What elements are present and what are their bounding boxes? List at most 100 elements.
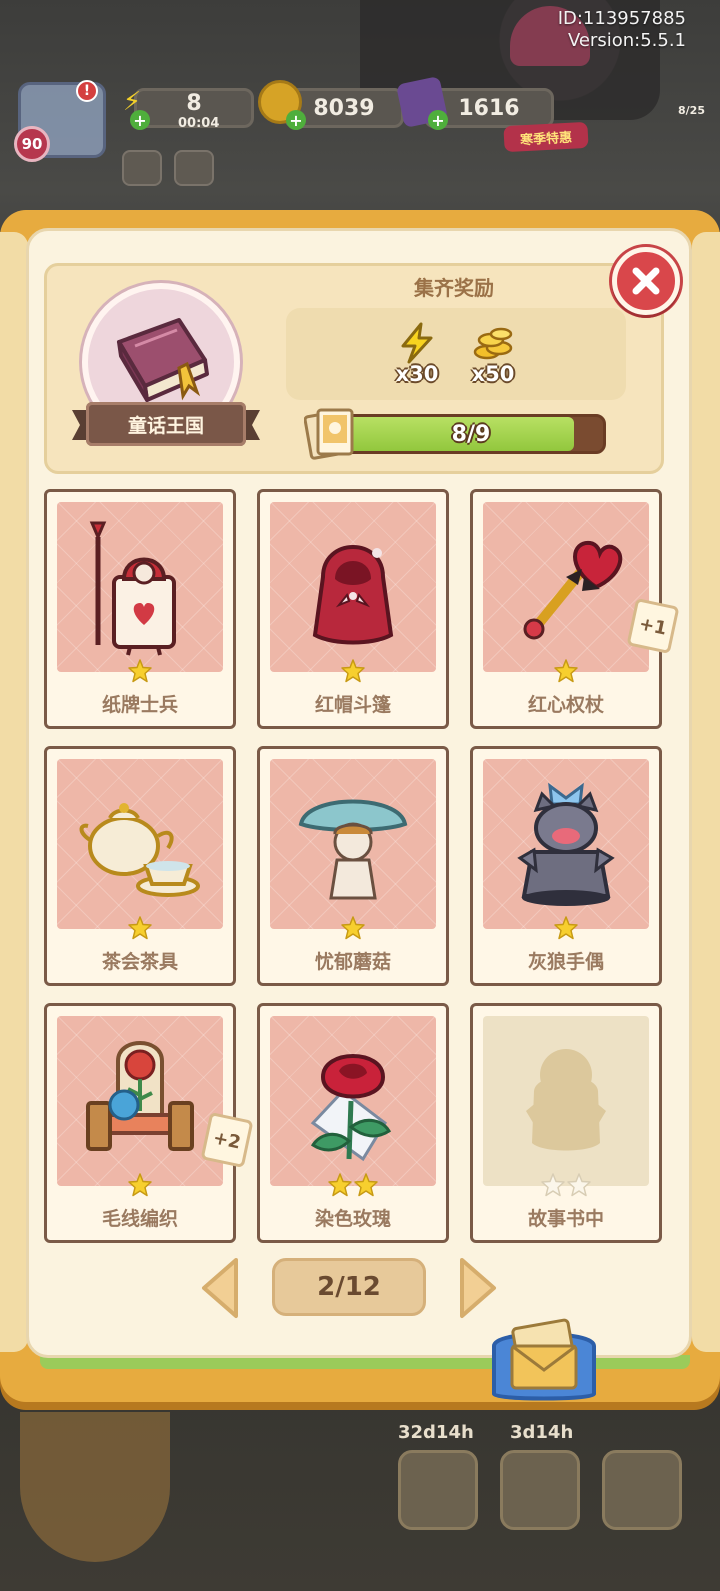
coin-plus-icon[interactable]: + xyxy=(286,110,306,130)
card-stars xyxy=(47,658,233,684)
album-title: 童话王国 xyxy=(127,414,204,437)
gem-count: 1616 xyxy=(458,95,520,121)
coin-stack-icon xyxy=(473,327,513,360)
version-label: Version:5.5.1 xyxy=(567,30,686,51)
player-level: 90 xyxy=(14,126,50,162)
card-name: 茶会茶具 xyxy=(101,951,178,973)
reward-energy-amount: x30 xyxy=(395,362,439,386)
event-timer-1: 32d14h xyxy=(398,1422,474,1443)
card-name: 灰狼手偶 xyxy=(527,951,604,973)
card-teapot-icon xyxy=(79,803,200,897)
card-locked[interactable]: 故事书中 xyxy=(470,1003,662,1243)
star-icon xyxy=(567,1173,591,1197)
sale-tag[interactable]: 寒季特惠 xyxy=(503,121,589,153)
card-chair-icon xyxy=(86,1041,194,1151)
reward-coins: x50 xyxy=(458,322,528,398)
gem-plus-icon[interactable]: + xyxy=(428,110,448,130)
card-cloak-icon xyxy=(312,545,394,645)
card-paper-soldier[interactable]: 纸牌士兵 xyxy=(44,489,236,729)
star-icon xyxy=(341,659,365,683)
event-button-character[interactable] xyxy=(602,1450,682,1530)
card-name: 故事书中 xyxy=(527,1208,604,1230)
top-hud: ! 90 8 00:04 ⚡ + 8039 + 1616 + 寒季特惠 8/25 xyxy=(14,75,714,202)
card-art xyxy=(483,502,649,672)
event-button-flower[interactable] xyxy=(398,1450,478,1530)
card-art xyxy=(270,759,436,929)
energy-count: 8 xyxy=(186,90,202,116)
card-art xyxy=(270,502,436,672)
settings-button[interactable] xyxy=(122,150,162,186)
big-energy-button[interactable] xyxy=(20,1412,170,1562)
card-name: 红帽斗篷 xyxy=(314,694,391,716)
card-stars xyxy=(260,1172,446,1198)
card-art xyxy=(483,759,649,929)
album-progress-text: 8/9 xyxy=(451,421,491,447)
card-art-locked xyxy=(483,1016,649,1186)
card-dyed-rose[interactable]: 染色玫瑰 xyxy=(257,1003,449,1243)
card-stars xyxy=(260,915,446,941)
reward-box xyxy=(286,308,626,400)
quest-progress: 8/25 xyxy=(678,104,705,117)
card-heart-scepter[interactable]: 红心权杖 +1 xyxy=(470,489,680,729)
energy-timer: 00:04 xyxy=(178,116,220,131)
reward-coins-amount: x50 xyxy=(471,362,515,386)
album-progress-bar: 8/9 xyxy=(336,414,606,454)
reward-title: 集齐奖励 xyxy=(414,276,494,300)
card-envelope-icon[interactable] xyxy=(490,1316,598,1402)
coin-count: 8039 xyxy=(313,95,375,121)
star-icon xyxy=(554,659,578,683)
star-icon xyxy=(128,659,152,683)
book-left-edge xyxy=(0,232,28,1352)
close-button[interactable] xyxy=(612,247,680,315)
star-icon xyxy=(541,1173,565,1197)
star-icon xyxy=(554,916,578,940)
star-icon xyxy=(128,916,152,940)
player-id: ID:113957885 xyxy=(557,8,686,29)
card-stars xyxy=(47,915,233,941)
card-art xyxy=(57,502,223,672)
avatar-alert-badge: ! xyxy=(76,80,98,102)
card-name: 纸牌士兵 xyxy=(101,694,178,716)
card-art xyxy=(57,1016,223,1186)
card-art xyxy=(270,1016,436,1186)
star-icon xyxy=(354,1173,378,1197)
prev-page-arrow-icon[interactable] xyxy=(198,1256,242,1320)
event-button-cards[interactable] xyxy=(500,1450,580,1530)
book-right-edge xyxy=(692,232,720,1352)
card-silhouette-icon xyxy=(526,1049,606,1151)
card-yarn-knit[interactable]: 毛线编织 +2 xyxy=(44,1003,254,1243)
event-timer-2: 3d14h xyxy=(510,1422,574,1443)
card-name: 毛线编织 xyxy=(101,1208,178,1230)
card-sad-mushroom[interactable]: 忧郁蘑菇 xyxy=(257,746,449,986)
card-name: 忧郁蘑菇 xyxy=(314,951,391,973)
reward-energy: x30 xyxy=(382,322,452,398)
bottom-bar: 32d14h 3d14h xyxy=(0,1392,720,1591)
card-stars xyxy=(473,1172,659,1198)
star-icon xyxy=(328,1173,352,1197)
card-stack-icon xyxy=(304,408,354,460)
energy-plus-icon[interactable]: + xyxy=(130,110,150,130)
card-tea-set[interactable]: 茶会茶具 xyxy=(44,746,236,986)
close-icon xyxy=(632,267,660,295)
card-mushroom-icon xyxy=(298,799,408,900)
card-rose-icon xyxy=(310,1054,392,1162)
next-page-arrow-icon[interactable] xyxy=(456,1256,500,1320)
card-wolf-icon xyxy=(517,782,615,906)
card-stars xyxy=(473,658,659,684)
card-art xyxy=(57,759,223,929)
card-soldier-icon xyxy=(89,521,176,656)
build-info: ID:113957885 Version:5.5.1 xyxy=(558,8,686,52)
page-indicator: 2/12 xyxy=(272,1258,426,1316)
mail-button[interactable] xyxy=(174,150,214,186)
album-name-ribbon: 童话王国 xyxy=(72,394,260,454)
card-wolf-puppet[interactable]: 灰狼手偶 xyxy=(470,746,662,986)
card-red-cloak[interactable]: 红帽斗篷 xyxy=(257,489,449,729)
star-icon xyxy=(128,1173,152,1197)
card-name: 红心权杖 xyxy=(527,694,604,716)
card-stars xyxy=(47,1172,233,1198)
card-name: 染色玫瑰 xyxy=(314,1208,391,1230)
energy-bolt-icon xyxy=(401,322,433,364)
card-stars xyxy=(473,915,659,941)
card-scepter-icon xyxy=(523,540,623,640)
star-icon xyxy=(341,916,365,940)
